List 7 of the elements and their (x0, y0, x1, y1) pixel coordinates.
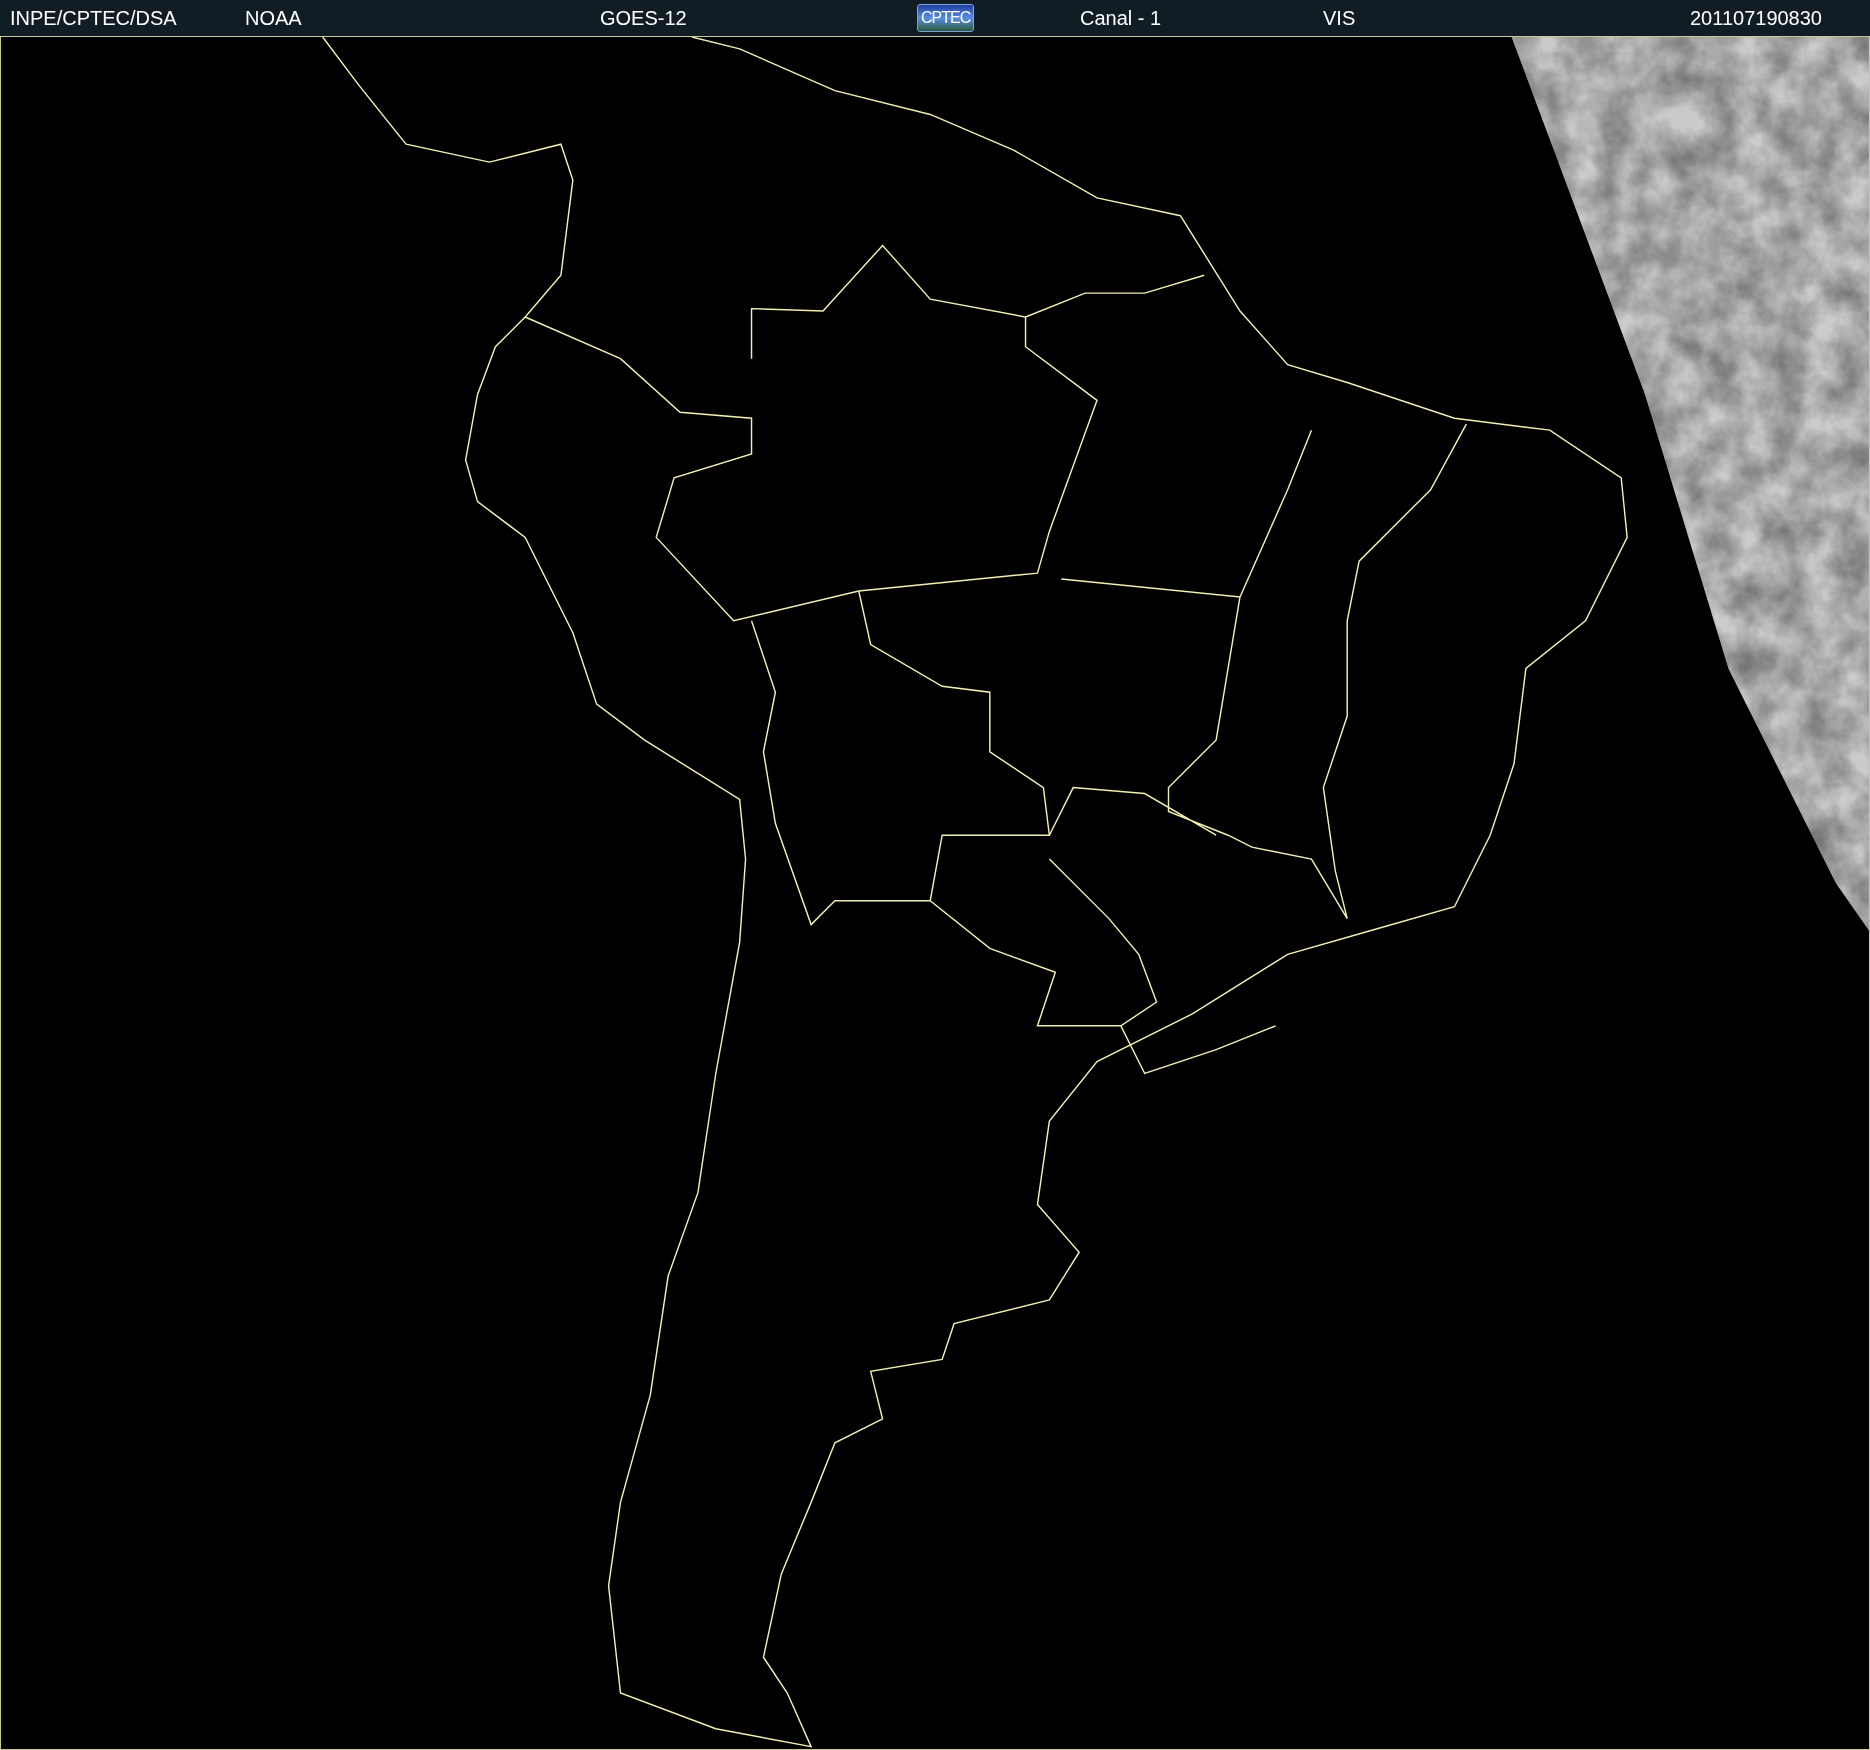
header-label: GOES-12 (600, 6, 687, 30)
header-label: INPE/CPTEC/DSA (10, 6, 177, 30)
header-label: 201107190830 (1690, 6, 1822, 30)
header-label: NOAA (245, 6, 302, 30)
header-label: VIS (1323, 6, 1356, 30)
logo: CPTEC (917, 4, 975, 32)
header-label: Canal - 1 (1080, 6, 1162, 30)
